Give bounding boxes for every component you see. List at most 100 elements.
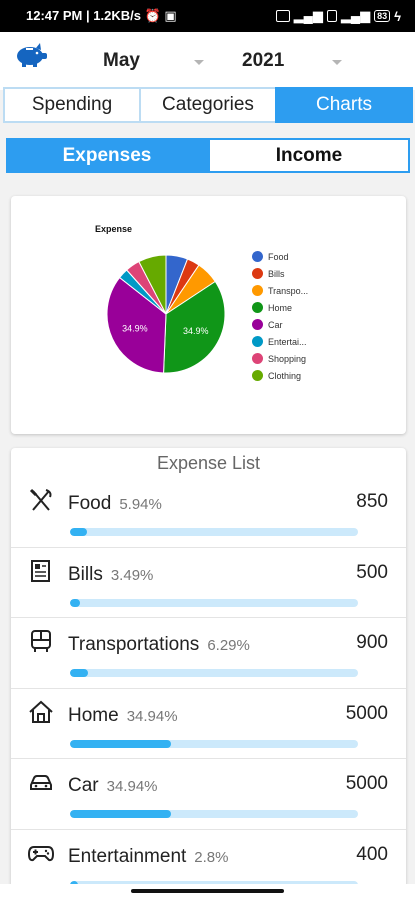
expense-progress-bar <box>70 669 358 677</box>
legend-swatch <box>252 251 263 262</box>
expense-progress-fill <box>70 598 81 607</box>
status-right: ▂▄▆ ▂▄▆ 83 ϟ <box>275 8 401 24</box>
month-select[interactable]: May <box>103 50 204 72</box>
legend-swatch <box>252 336 263 347</box>
expense-name: Entertainment <box>68 845 187 867</box>
expense-row-bills[interactable]: Bills 3.49% 500 <box>11 548 406 618</box>
expense-percent: 34.94% <box>106 778 158 795</box>
pie-data-label: 34.9% <box>183 326 209 336</box>
legend-item: Bills <box>252 265 308 282</box>
signal-bars-icon: ▂▄▆ <box>293 8 323 23</box>
status-left: 12:47 PM | 1.2KB/s ⏰ ▣ <box>26 8 177 23</box>
legend-label: Entertai... <box>268 336 307 347</box>
income-toggle-button[interactable]: Income <box>208 138 410 173</box>
main-tabs: Spending Categories Charts <box>3 87 413 123</box>
expense-amount: 850 <box>356 491 388 512</box>
legend-item: Entertai... <box>252 333 308 350</box>
legend-item: Transpo... <box>252 282 308 299</box>
expense-percent: 6.29% <box>207 637 250 654</box>
charging-icon: ϟ <box>394 8 401 24</box>
legend-item: Shopping <box>252 350 308 367</box>
battery-level: 83 <box>377 11 388 21</box>
expense-percent: 3.49% <box>110 566 154 584</box>
chevron-down-icon <box>332 60 342 65</box>
car-icon <box>30 775 52 790</box>
year-value: 2021 <box>242 50 285 71</box>
legend-label: Car <box>268 319 283 330</box>
type-toggle: Expenses Income <box>6 138 410 173</box>
notification-icon: ▣ <box>164 8 177 23</box>
expense-amount: 400 <box>356 843 388 865</box>
signal-hd-icon <box>275 10 290 22</box>
expense-progress-bar <box>70 739 358 748</box>
expense-name: Home <box>68 704 119 726</box>
expense-progress-fill <box>70 739 171 748</box>
expense-row-home[interactable]: Home 34.94% 5000 <box>11 689 406 759</box>
legend-label: Transpo... <box>268 285 309 296</box>
expense-percent: 2.8% <box>194 848 229 866</box>
sim-icon <box>326 10 337 22</box>
year-select[interactable]: 2021 <box>242 50 342 72</box>
tab-charts[interactable]: Charts <box>275 87 413 123</box>
chart-legend: Food Bills Transpo... Home Car Entertai... Sho… <box>252 248 308 384</box>
chart-card: Expense 34.9% 34.9% Food Bills Transpo... Ho… <box>11 196 406 434</box>
expense-name: Transportations <box>68 634 200 655</box>
legend-swatch <box>252 319 263 330</box>
expense-percent: 34.94% <box>126 707 178 725</box>
expense-progress-fill <box>70 669 89 677</box>
expense-progress-bar <box>70 810 358 818</box>
legend-item: Home <box>252 299 308 316</box>
expense-amount: 900 <box>356 632 388 653</box>
pie-chart: 34.9% 34.9% <box>106 254 226 374</box>
home-gesture-handle[interactable] <box>131 889 284 893</box>
legend-label: Clothing <box>268 370 302 381</box>
header-bar: May 2021 <box>0 32 415 90</box>
status-network-speed: 1.2KB/s <box>93 8 141 23</box>
tab-spending[interactable]: Spending <box>3 87 141 123</box>
expense-row-entertainment[interactable]: Entertainment 2.8% 400 <box>11 830 406 888</box>
expense-progress-bar <box>70 598 358 607</box>
expense-amount: 500 <box>356 561 388 583</box>
bill-icon <box>31 559 50 582</box>
expense-list-title: Expense List <box>156 453 261 473</box>
legend-label: Home <box>268 302 293 313</box>
expense-row-car[interactable]: Car 34.94% 5000 <box>11 759 406 830</box>
expense-progress-fill <box>70 810 171 818</box>
expense-amount: 5000 <box>345 702 388 724</box>
legend-swatch <box>252 285 263 296</box>
expense-name: Bills <box>68 563 103 585</box>
legend-item: Car <box>252 316 308 333</box>
tab-categories[interactable]: Categories <box>139 87 277 123</box>
expenses-toggle-button[interactable]: Expenses <box>6 138 208 173</box>
chevron-down-icon <box>194 60 204 65</box>
house-icon <box>29 700 53 723</box>
alarm-icon: ⏰ <box>144 8 161 23</box>
fork-knife-icon <box>29 488 52 511</box>
bus-icon <box>31 630 51 652</box>
piggy-bank-icon[interactable] <box>14 42 48 68</box>
expense-row-transportations[interactable]: Transportations 6.29% 900 <box>11 618 406 689</box>
legend-item: Food <box>252 248 308 265</box>
status-bar: 12:47 PM | 1.2KB/s ⏰ ▣ ▂▄▆ ▂▄▆ 83 ϟ <box>0 0 415 32</box>
expense-name: Food <box>68 493 112 514</box>
legend-swatch <box>252 353 263 364</box>
gamepad-icon <box>28 845 54 861</box>
status-time: 12:47 PM <box>26 8 83 23</box>
expense-percent: 5.94% <box>119 496 162 513</box>
legend-item: Clothing <box>252 367 308 384</box>
legend-swatch <box>252 302 263 313</box>
navigation-bar <box>0 884 415 900</box>
legend-swatch <box>252 370 263 381</box>
legend-label: Food <box>268 251 289 262</box>
expense-progress-fill <box>70 528 88 536</box>
expense-name: Car <box>68 775 99 796</box>
expense-progress-bar <box>70 528 358 536</box>
expense-row-food[interactable]: Food 5.94% 850 <box>11 477 406 548</box>
legend-label: Shopping <box>268 353 307 364</box>
legend-label: Bills <box>268 268 285 279</box>
expense-amount: 5000 <box>345 773 388 794</box>
battery-icon: 83 <box>374 10 391 22</box>
wifi-icon: ▂▄▆ <box>340 8 371 23</box>
legend-swatch <box>252 268 263 279</box>
pie-data-label: 34.9% <box>122 323 148 333</box>
